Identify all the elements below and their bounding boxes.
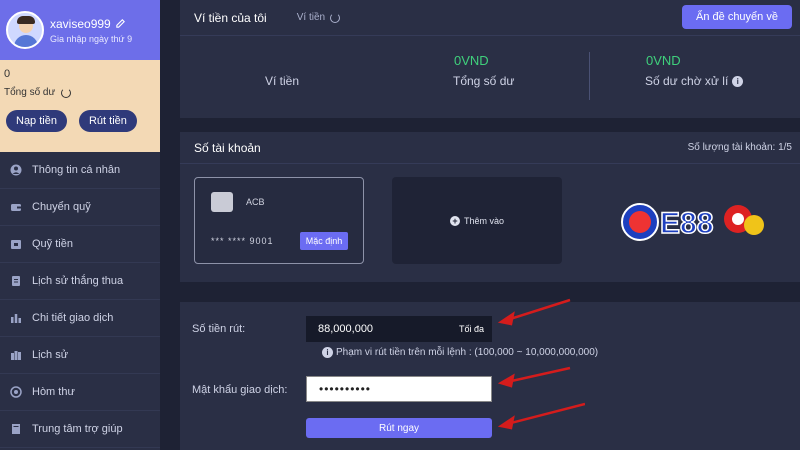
balance-label: Tổng số dư bbox=[4, 87, 56, 98]
password-label: Mật khẩu giao dịch: bbox=[192, 384, 288, 396]
balance-value: 0 bbox=[4, 68, 11, 80]
sidebar-item-personal-info[interactable]: Thông tin cá nhân bbox=[0, 152, 160, 189]
wallet-title: Ví tiền của tôi bbox=[194, 10, 267, 25]
sidebar-item-fund[interactable]: Quỹ tiền bbox=[0, 226, 160, 263]
sidebar-item-transaction-details[interactable]: Chi tiết giao dịch bbox=[0, 300, 160, 337]
withdraw-button[interactable]: Rút tiền bbox=[78, 110, 137, 132]
sidebar-item-label: Chuyển quỹ bbox=[32, 201, 91, 213]
sidebar-item-label: Quỹ tiền bbox=[32, 238, 73, 250]
brand-logo: E88 bbox=[621, 203, 764, 241]
add-account-button[interactable]: + Thêm vào bbox=[392, 177, 562, 264]
add-account-label: Thêm vào bbox=[463, 215, 505, 226]
wallet-icon bbox=[11, 204, 21, 211]
total-balance-value: 0VND bbox=[454, 53, 489, 68]
wallet-card: Ví tiền của tôi Ví tiền Ẩn đề chuyển về … bbox=[180, 0, 800, 118]
total-balance-label: Tổng số dư bbox=[453, 74, 515, 88]
profile-header: xaviseo999 Gia nhập ngày thứ 9 bbox=[0, 0, 160, 60]
join-info: Gia nhập ngày thứ 9 bbox=[50, 33, 133, 44]
pending-balance-value: 0VND bbox=[646, 53, 681, 68]
card-chip-icon bbox=[211, 192, 233, 212]
avatar[interactable] bbox=[6, 11, 44, 49]
divider bbox=[589, 52, 590, 100]
refresh-icon[interactable] bbox=[330, 12, 341, 23]
sidebar: xaviseo999 Gia nhập ngày thứ 9 0 Tổng số… bbox=[0, 0, 160, 450]
sidebar-item-transfer[interactable]: Chuyển quỹ bbox=[0, 189, 160, 226]
amount-input[interactable]: 88,000,000 Tối đa bbox=[306, 316, 492, 342]
fund-icon bbox=[11, 240, 21, 249]
amount-label: Số tiền rút: bbox=[192, 323, 246, 335]
sidebar-item-help-center[interactable]: Trung tâm trợ giúp bbox=[0, 411, 160, 448]
default-badge: Mặc định bbox=[300, 232, 348, 250]
card-number: *** **** 9001 bbox=[211, 236, 274, 246]
bar-chart-icon bbox=[11, 314, 21, 323]
sidebar-item-history[interactable]: Lịch sử bbox=[0, 337, 160, 374]
wallet-row-label: Ví tiền bbox=[265, 74, 300, 88]
sidebar-menu: Thông tin cá nhân Chuyển quỹ Quỹ tiền Lị… bbox=[0, 152, 160, 448]
withdraw-form: Số tiền rút: 88,000,000 Tối đa i Phạm vi… bbox=[180, 302, 800, 450]
refresh-icon[interactable] bbox=[61, 87, 72, 98]
help-book-icon bbox=[12, 424, 20, 434]
annotation-arrows bbox=[497, 298, 585, 430]
sidebar-item-label: Hòm thư bbox=[32, 386, 75, 398]
sidebar-item-label: Lịch sử bbox=[32, 349, 69, 361]
plus-icon: + bbox=[449, 215, 460, 226]
wallet-subtitle: Ví tiền bbox=[296, 12, 326, 23]
logo-text: E88 bbox=[660, 207, 713, 240]
max-button[interactable]: Tối đa bbox=[459, 324, 484, 334]
edit-icon[interactable] bbox=[115, 18, 126, 29]
user-icon bbox=[10, 164, 22, 176]
accounts-count: Số lượng tài khoản: 1/5 bbox=[687, 142, 792, 153]
balance-box: 0 Tổng số dư bbox=[0, 60, 160, 152]
sidebar-item-label: Trung tâm trợ giúp bbox=[32, 423, 123, 435]
sidebar-item-label: Thông tin cá nhân bbox=[32, 164, 121, 176]
amount-value: 88,000,000 bbox=[318, 323, 374, 335]
accounts-card: Số tài khoản Số lượng tài khoản: 1/5 ACB… bbox=[180, 132, 800, 282]
hide-transfer-button[interactable]: Ẩn đề chuyển về bbox=[682, 5, 792, 29]
bank-card[interactable]: ACB *** **** 9001 Mặc định bbox=[194, 177, 364, 264]
username: xaviseo999 bbox=[50, 16, 111, 31]
deposit-button[interactable]: Nạp tiền bbox=[6, 110, 67, 132]
pending-balance-label: Số dư chờ xử lí bbox=[645, 74, 729, 88]
password-input[interactable]: •••••••••• bbox=[306, 376, 492, 402]
bank-name: ACB bbox=[246, 197, 265, 207]
sidebar-item-mailbox[interactable]: Hòm thư bbox=[0, 374, 160, 411]
mailbox-icon bbox=[10, 386, 22, 398]
info-icon: i bbox=[322, 347, 333, 358]
document-icon bbox=[12, 276, 20, 286]
history-icon bbox=[11, 351, 21, 360]
info-icon[interactable]: i bbox=[732, 75, 744, 87]
sidebar-item-win-loss-history[interactable]: Lịch sử thắng thua bbox=[0, 263, 160, 300]
withdraw-now-button[interactable]: Rút ngay bbox=[306, 418, 492, 438]
sidebar-item-label: Lịch sử thắng thua bbox=[32, 275, 124, 287]
accounts-title: Số tài khoản bbox=[194, 140, 261, 155]
sidebar-item-label: Chi tiết giao dịch bbox=[32, 312, 114, 324]
